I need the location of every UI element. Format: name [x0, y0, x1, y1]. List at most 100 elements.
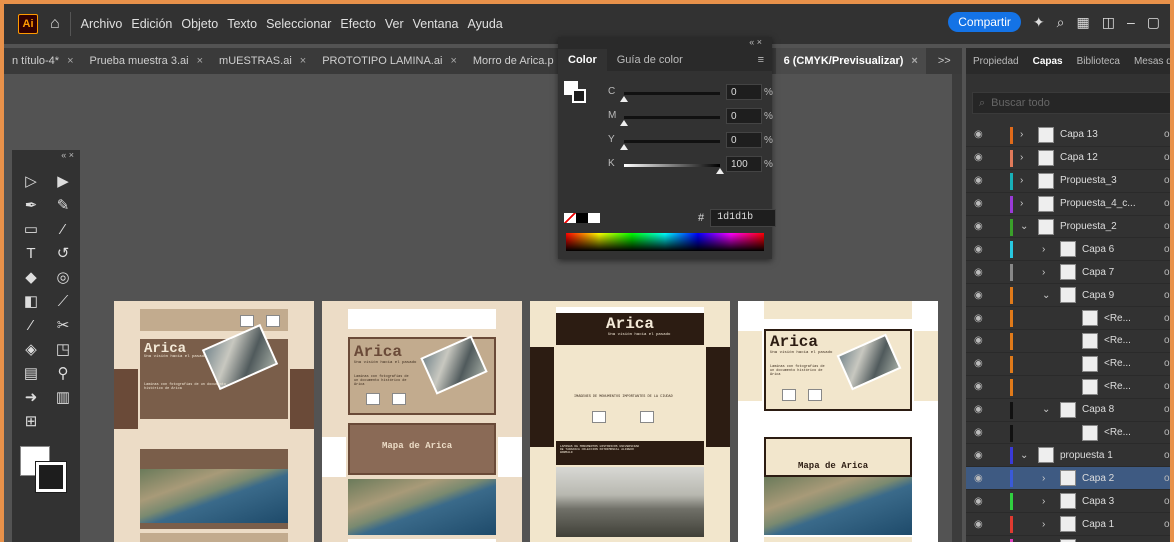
symbol-tool-icon[interactable]: ➜ [16, 386, 46, 408]
layer-name[interactable]: <Re... [1104, 313, 1131, 324]
target-circle-icon[interactable]: o [1164, 152, 1170, 163]
curvature-tool-icon[interactable]: ✎ [48, 194, 78, 216]
chevron-right-icon[interactable]: › [1042, 473, 1045, 484]
none-swatch-icon[interactable] [564, 213, 576, 223]
tab-document[interactable]: n título-4* × [4, 55, 82, 67]
menu-archivo[interactable]: Archivo [81, 17, 123, 31]
cyan-slider[interactable]: C 0 % [558, 83, 773, 103]
lightbulb-icon[interactable]: ✦ [1033, 14, 1045, 31]
tab-artboards[interactable]: Mesas de [1127, 56, 1170, 67]
visibility-eye-icon[interactable]: ◉ [974, 427, 983, 438]
chevron-down-icon[interactable]: ⌄ [1042, 290, 1050, 301]
layer-name[interactable]: <Re... [1104, 335, 1131, 346]
panel-layout-icon[interactable]: ◫ [1102, 14, 1115, 31]
target-circle-icon[interactable]: o [1164, 129, 1170, 140]
layer-row[interactable]: ◉ › Propuesta_3 o [966, 170, 1170, 193]
layer-row[interactable]: ◉ › Capa 1 o [966, 513, 1170, 537]
tab-color-guide[interactable]: Guía de color [607, 54, 693, 66]
tab-document[interactable]: PROTOTIPO LAMINA.ai × [314, 55, 465, 67]
layer-name[interactable]: Capa 9 [1082, 290, 1114, 301]
layer-name[interactable]: Propuesta_3 [1060, 175, 1117, 186]
layer-row[interactable]: ◉ › Capa 7 o [966, 261, 1170, 285]
artboard-3[interactable]: Arica Una visión hacia el pasado IMÁGENE… [530, 301, 730, 542]
scale-tool-icon[interactable]: ◧ [16, 290, 46, 312]
panel-collapse-icon[interactable]: « × [558, 37, 772, 49]
target-circle-icon[interactable]: o [1164, 404, 1170, 415]
brush-tool-icon[interactable]: ⁄ [48, 218, 78, 240]
search-icon[interactable]: ⌕ [1057, 14, 1065, 31]
layer-row[interactable]: ◉ › Propuesta_4_c... o [966, 193, 1170, 216]
maximize-icon[interactable]: ▢ [1147, 14, 1160, 31]
target-circle-icon[interactable]: o [1164, 244, 1170, 255]
visibility-eye-icon[interactable]: ◉ [974, 175, 983, 186]
workspace-icon[interactable]: ▦ [1077, 14, 1090, 31]
share-button[interactable]: Compartir [948, 12, 1021, 32]
hex-input[interactable]: 1d1d1b [710, 209, 777, 227]
vertical-scrollbar[interactable] [952, 74, 962, 542]
tab-properties[interactable]: Propiedad [966, 56, 1026, 67]
menu-efecto[interactable]: Efecto [340, 17, 375, 31]
menu-texto[interactable]: Texto [227, 17, 257, 31]
type-tool-icon[interactable]: T [16, 242, 46, 264]
mesh-tool-icon[interactable]: ◳ [48, 338, 78, 360]
minimize-icon[interactable]: – [1127, 14, 1135, 30]
slider-value[interactable]: 100 [726, 156, 762, 172]
slider-track[interactable] [624, 140, 720, 143]
pen-tool-icon[interactable]: ✒ [16, 194, 46, 216]
target-circle-icon[interactable]: o [1164, 427, 1170, 438]
slider-thumb[interactable] [716, 168, 724, 174]
visibility-eye-icon[interactable]: ◉ [974, 519, 983, 530]
target-circle-icon[interactable]: o [1164, 221, 1170, 232]
target-circle-icon[interactable]: o [1164, 519, 1170, 530]
tab-document[interactable]: Prueba muestra 3.ai × [82, 55, 212, 67]
menu-ventana[interactable]: Ventana [413, 17, 459, 31]
layer-name[interactable]: <Re... [1104, 358, 1131, 369]
target-circle-icon[interactable]: o [1164, 450, 1170, 461]
slider-thumb[interactable] [620, 144, 628, 150]
layer-name[interactable]: Capa 1 [1082, 519, 1114, 530]
layer-name[interactable]: Capa 12 [1060, 152, 1098, 163]
slider-track[interactable] [624, 164, 720, 167]
layer-name[interactable]: Capa 3 [1082, 496, 1114, 507]
layer-row[interactable]: ◉ <Re... o [966, 307, 1170, 331]
visibility-eye-icon[interactable]: ◉ [974, 335, 983, 346]
layer-row[interactable]: ◉ ⌄ Capa 9 o [966, 284, 1170, 308]
layer-name[interactable]: <Re... [1104, 381, 1131, 392]
layer-row[interactable]: ◉ ⌄ propuesta 1 o [966, 444, 1170, 468]
layer-name[interactable]: Capa 6 [1082, 244, 1114, 255]
chevron-right-icon[interactable]: › [1042, 244, 1045, 255]
close-icon[interactable]: × [911, 55, 917, 67]
visibility-eye-icon[interactable]: ◉ [974, 290, 983, 301]
close-icon[interactable]: × [300, 55, 306, 67]
visibility-eye-icon[interactable]: ◉ [974, 381, 983, 392]
layer-row[interactable]: ◉ <Re... o [966, 330, 1170, 353]
layer-name[interactable]: Propuesta_2 [1060, 221, 1117, 232]
selection-tool-icon[interactable]: ▷ [16, 170, 46, 192]
chevron-down-icon[interactable]: ⌄ [1042, 404, 1050, 415]
gradient-tool-icon[interactable]: ◈ [16, 338, 46, 360]
white-swatch[interactable] [588, 213, 600, 223]
chevron-right-icon[interactable]: › [1042, 267, 1045, 278]
layer-row[interactable]: ◉ ⌄ Propuesta_2 o [966, 216, 1170, 239]
visibility-eye-icon[interactable]: ◉ [974, 152, 983, 163]
target-circle-icon[interactable]: o [1164, 496, 1170, 507]
slider-track[interactable] [624, 116, 720, 119]
menu-seleccionar[interactable]: Seleccionar [266, 17, 331, 31]
zoom-tool-icon[interactable]: ⚲ [48, 362, 78, 384]
chevron-down-icon[interactable]: ⌄ [1020, 450, 1028, 461]
target-circle-icon[interactable]: o [1164, 290, 1170, 301]
artboard-1[interactable]: Arica Una visión hacia el pasado Laminas… [114, 301, 314, 542]
visibility-eye-icon[interactable]: ◉ [974, 221, 983, 232]
width-tool-icon[interactable]: ⟋ [48, 290, 78, 312]
magenta-slider[interactable]: M 0 % [558, 107, 773, 127]
visibility-eye-icon[interactable]: ◉ [974, 473, 983, 484]
panel-menu-icon[interactable]: ≡ [758, 54, 772, 66]
chevron-right-icon[interactable]: › [1020, 152, 1023, 163]
black-swatch[interactable] [576, 213, 588, 223]
layer-name[interactable]: Capa 2 [1082, 473, 1114, 484]
visibility-eye-icon[interactable]: ◉ [974, 198, 983, 209]
black-slider[interactable]: K 100 % [558, 155, 773, 175]
slider-value[interactable]: 0 [726, 108, 762, 124]
menu-ver[interactable]: Ver [385, 17, 404, 31]
layer-name[interactable]: Capa 8 [1082, 404, 1114, 415]
